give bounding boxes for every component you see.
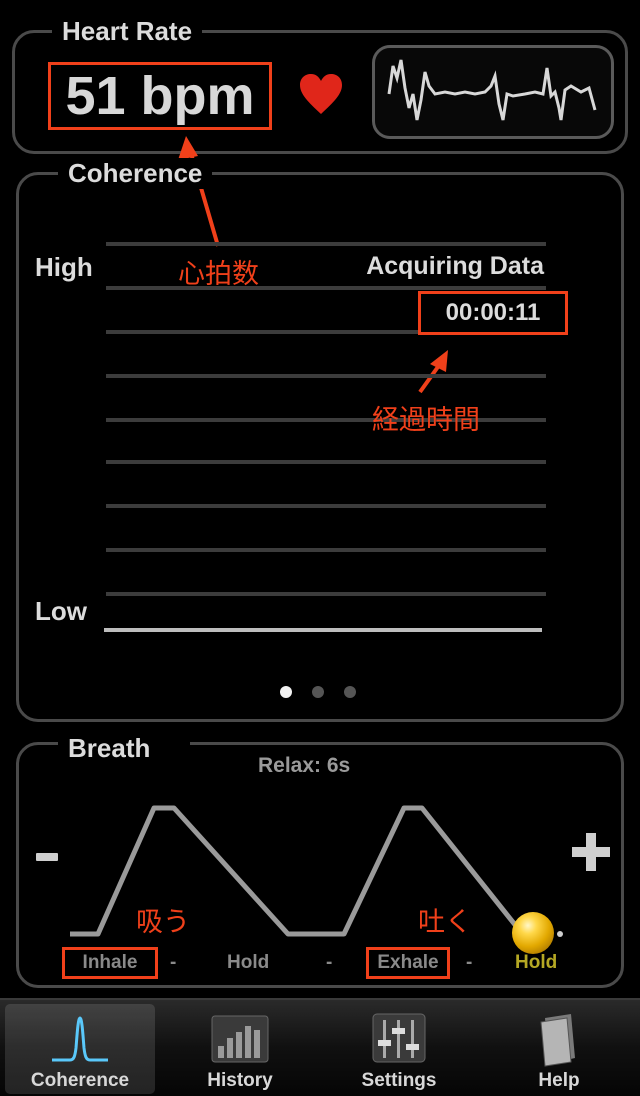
high-label: High — [35, 252, 93, 283]
tab-coherence-label: Coherence — [30, 1070, 130, 1091]
heart-rate-annotation: 心拍数 — [178, 259, 259, 290]
tab-bar: Coherence History Settings Help — [0, 998, 640, 1096]
coherence-peak-icon — [52, 1016, 108, 1062]
acquiring-status: Acquiring Data — [364, 252, 546, 281]
breath-title: Breath — [58, 733, 191, 764]
tab-history-label: History — [207, 1070, 273, 1091]
inhale-annotation: 吸う — [136, 907, 190, 938]
tab-help-label: Help — [538, 1070, 580, 1091]
ecg-waveform — [372, 45, 614, 139]
page-dot[interactable] — [312, 686, 324, 698]
tab-history[interactable]: History — [165, 1004, 315, 1094]
page-dot-active[interactable] — [280, 686, 292, 698]
chart-gridline — [106, 592, 546, 596]
breath-progress-ball — [512, 912, 554, 954]
phase-hold-active: Hold — [515, 952, 558, 973]
tab-settings[interactable]: Settings — [324, 1004, 474, 1094]
heart-icon — [300, 74, 342, 114]
help-book-icon — [540, 1014, 575, 1067]
phase-inhale: Inhale — [62, 947, 158, 979]
page-indicator[interactable] — [280, 686, 356, 698]
heart-rate-value: 51 bpm — [48, 62, 272, 130]
phase-separator: - — [326, 952, 333, 973]
plus-icon-vertical — [586, 833, 596, 871]
coherence-title: Coherence — [58, 158, 213, 189]
elapsed-timer: 00:00:11 — [418, 291, 568, 335]
chart-gridline — [106, 242, 546, 246]
tab-settings-label: Settings — [361, 1070, 437, 1091]
heart-rate-title: Heart Rate — [52, 16, 203, 47]
low-label: Low — [35, 596, 87, 627]
settings-sliders-icon — [372, 1013, 426, 1063]
tab-coherence[interactable]: Coherence — [5, 1004, 155, 1094]
chart-gridline — [106, 374, 546, 378]
chart-gridline — [106, 548, 546, 552]
tab-help[interactable]: Help — [484, 1004, 634, 1094]
phase-separator: - — [170, 952, 177, 973]
chart-gridline — [106, 286, 546, 290]
phase-exhale: Exhale — [366, 947, 450, 979]
timer-annotation: 経過時間 — [372, 405, 480, 436]
decrease-button[interactable] — [36, 853, 58, 861]
phase-hold: Hold — [227, 952, 270, 973]
chart-gridline — [106, 418, 546, 422]
relax-duration: Relax: 6s — [258, 754, 351, 777]
chart-gridline — [106, 460, 546, 464]
page-dot[interactable] — [344, 686, 356, 698]
exhale-annotation: 吐く — [418, 907, 472, 938]
chart-gridline — [106, 504, 546, 508]
phase-separator: - — [466, 952, 473, 973]
history-bars-icon — [211, 1015, 269, 1063]
chart-baseline — [104, 628, 542, 632]
